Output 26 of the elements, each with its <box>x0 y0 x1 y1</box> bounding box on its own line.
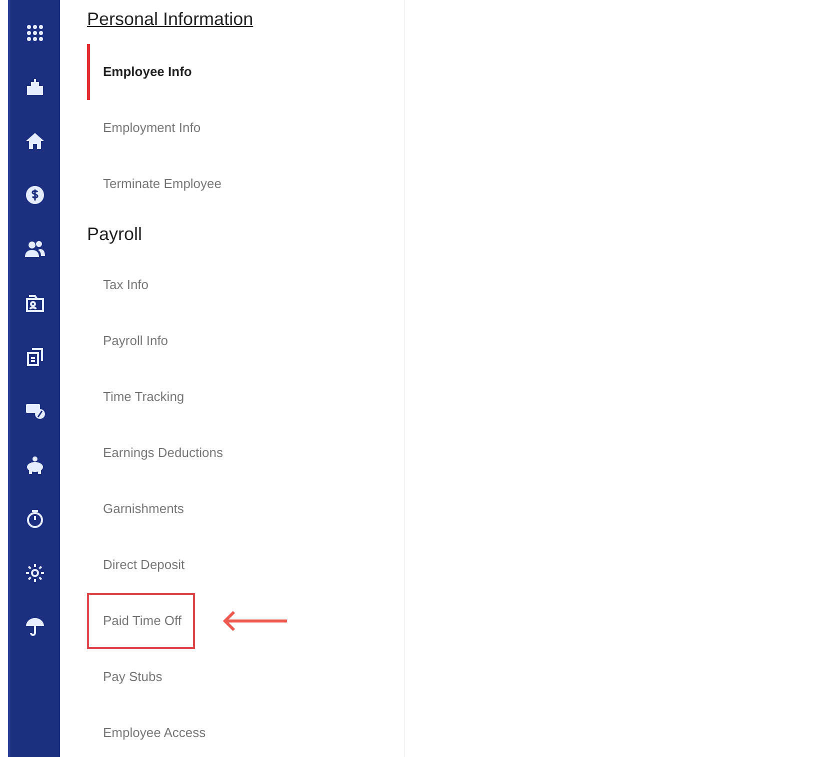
section-heading[interactable]: Personal Information <box>87 6 254 33</box>
money-percent-icon[interactable] <box>25 401 45 421</box>
menu-item[interactable]: Payroll Info <box>87 313 182 369</box>
menu-item[interactable]: Employment Info <box>87 100 214 156</box>
piggy-bank-icon[interactable] <box>25 455 45 475</box>
menu-item[interactable]: Earnings Deductions <box>87 425 236 481</box>
grid-icon[interactable] <box>25 23 45 43</box>
menu-item[interactable]: Garnishments <box>87 481 197 537</box>
menu-item[interactable]: Direct Deposit <box>87 537 198 593</box>
home-icon[interactable] <box>25 131 45 151</box>
documents-icon[interactable] <box>25 347 45 367</box>
stopwatch-icon[interactable] <box>25 509 45 529</box>
menu-item[interactable]: Tax Info <box>87 257 162 313</box>
section-heading: Payroll <box>87 223 142 246</box>
arrow-icon <box>222 610 288 632</box>
umbrella-icon[interactable] <box>25 617 45 637</box>
menu-item[interactable]: Terminate Employee <box>87 156 234 212</box>
menu-item[interactable]: Paid Time Off <box>87 593 195 649</box>
menu-item[interactable]: Time Tracking <box>87 369 198 425</box>
menu-item[interactable]: Employee Info <box>87 44 205 100</box>
building-icon[interactable] <box>25 77 45 97</box>
menu-item[interactable]: Employee Access <box>87 705 219 757</box>
menu-item[interactable]: Pay Stubs <box>87 649 176 705</box>
folder-icon[interactable] <box>25 293 45 313</box>
dollar-icon[interactable] <box>25 185 45 205</box>
people-icon[interactable] <box>25 239 45 259</box>
